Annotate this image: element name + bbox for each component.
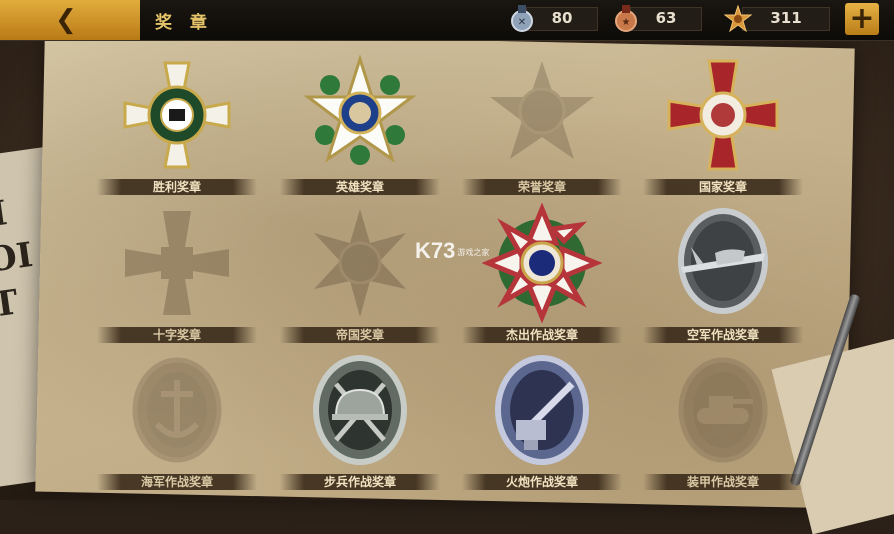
airforce-badge-icon [678, 208, 768, 314]
victory-cross-icon [123, 61, 231, 169]
medal-label: 杰出作战奖章 [462, 327, 622, 343]
back-button[interactable]: ❮ [0, 0, 140, 40]
medal-label: 帝国奖章 [280, 327, 440, 343]
medal-empire[interactable]: 帝国奖章 [280, 203, 440, 353]
infantry-badge-icon [313, 355, 407, 465]
medal-artillery[interactable]: 火炮作战奖章 [462, 350, 622, 500]
honor-star-icon [490, 61, 594, 159]
navy-anchor-badge-icon [132, 357, 222, 463]
medal-infantry[interactable]: 步兵作战奖章 [280, 350, 440, 500]
medal-honor[interactable]: 荣誉奖章 [462, 55, 622, 205]
medal-label: 火炮作战奖章 [462, 474, 622, 490]
svg-text:✕: ✕ [518, 17, 526, 28]
medal-hero[interactable]: 英雄奖章 [280, 55, 440, 205]
cross-icon [125, 211, 229, 315]
chevron-left-icon: ❮ [55, 5, 77, 35]
medal-label: 海军作战奖章 [97, 474, 257, 490]
medal-label: 空军作战奖章 [643, 327, 803, 343]
hero-star-icon [303, 55, 417, 165]
artillery-badge-icon [495, 355, 589, 465]
medal-label: 英雄奖章 [280, 179, 440, 195]
medal-navy[interactable]: 海军作战奖章 [97, 350, 257, 500]
top-bar: ❮ 奖 章 ✕ 80 ★ 63 311 + [0, 0, 894, 41]
medal-label: 荣誉奖章 [462, 179, 622, 195]
distinguished-cross-icon [482, 203, 602, 323]
medal-victory[interactable]: 胜利奖章 [97, 55, 257, 205]
armor-badge-icon [678, 357, 768, 463]
medal-label: 胜利奖章 [97, 179, 257, 195]
medal-label: 十字奖章 [97, 327, 257, 343]
empire-star-icon [314, 209, 406, 317]
medal-airforce[interactable]: 空军作战奖章 [643, 203, 803, 353]
medal-national[interactable]: 国家奖章 [643, 55, 803, 205]
page-title: 奖 章 [155, 13, 213, 33]
medal-distinguished[interactable]: 杰出作战奖章 [462, 203, 622, 353]
national-cross-icon [667, 59, 779, 171]
medal-cross[interactable]: 十字奖章 [97, 203, 257, 353]
medal-label: 装甲作战奖章 [643, 474, 803, 490]
medal-label: 国家奖章 [643, 179, 803, 195]
medal-label: 步兵作战奖章 [280, 474, 440, 490]
add-resource-button[interactable]: + [845, 3, 879, 35]
medal-armor[interactable]: 装甲作战奖章 [643, 350, 803, 500]
